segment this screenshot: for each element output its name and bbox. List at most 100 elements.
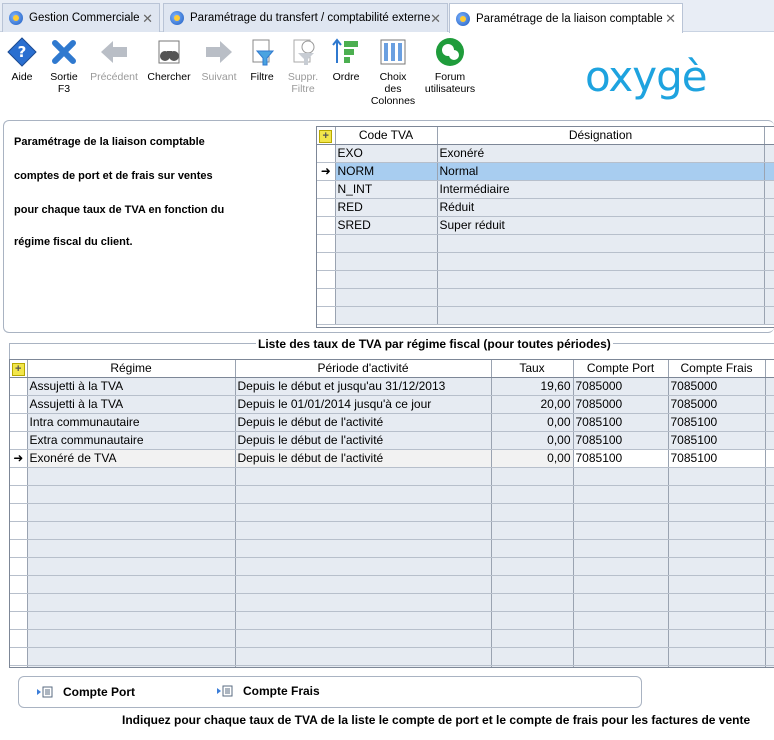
ordre-button[interactable]: Ordre (323, 37, 369, 83)
column-header-regime[interactable]: Régime (27, 360, 236, 378)
cell-taux[interactable]: 20,00 (491, 395, 574, 414)
table-row[interactable]: EXO Exonéré (317, 144, 774, 163)
cell-compte-port[interactable]: 7085100 (573, 449, 669, 468)
cell-taux[interactable]: 0,00 (491, 413, 574, 432)
table-row[interactable]: ➜ NORM Normal (317, 162, 774, 181)
precedent-button[interactable]: Précédent (90, 37, 138, 83)
empty-row (10, 593, 774, 612)
button-label: Aide (11, 71, 33, 83)
empty-row (10, 647, 774, 666)
description-line: comptes de port et de frais sur ventes (14, 170, 213, 182)
cell-periode[interactable]: Depuis le début de l'activité (235, 431, 492, 450)
cell-designation[interactable]: Normal (437, 162, 765, 181)
tab-parametrage-liaison[interactable]: Paramétrage de la liaison comptable ✕ (449, 3, 683, 33)
filtre-button[interactable]: Filtre (239, 37, 285, 83)
close-icon[interactable]: ✕ (142, 11, 153, 27)
empty-row (317, 252, 774, 271)
cell-designation[interactable]: Intermédiaire (437, 180, 765, 199)
description-line: Paramétrage de la liaison comptable (14, 136, 205, 148)
cell-periode[interactable]: Depuis le début de l'activité (235, 413, 492, 432)
close-icon[interactable]: ✕ (665, 11, 676, 27)
empty-row (10, 557, 774, 576)
column-header-compte-port[interactable]: Compte Port (573, 360, 669, 378)
table-row[interactable]: RED Réduit (317, 198, 774, 217)
tab-label: Paramétrage de la liaison comptable (476, 12, 663, 25)
empty-row (10, 575, 774, 594)
cell-taux[interactable]: 0,00 (491, 449, 574, 468)
chercher-button[interactable]: Chercher (146, 37, 192, 83)
table-row[interactable]: Extra communautaire Depuis le début de l… (10, 431, 774, 450)
column-header-designation[interactable]: Désignation (437, 127, 765, 145)
cell-compte-frais[interactable]: 7085000 (668, 395, 766, 414)
cell-code[interactable]: RED (335, 198, 438, 217)
cell-code[interactable]: EXO (335, 144, 438, 163)
column-header-compte-frais[interactable]: Compte Frais (668, 360, 766, 378)
svg-text:?: ? (18, 43, 27, 61)
table-row[interactable]: Assujetti à la TVA Depuis le début et ju… (10, 377, 774, 396)
gear-icon (456, 11, 470, 26)
cell-compte-port[interactable]: 7085000 (573, 395, 669, 414)
cell-periode[interactable]: Depuis le début et jusqu'au 31/12/2013 (235, 377, 492, 396)
tab-label: Paramétrage du transfert / comptabilité … (190, 12, 431, 24)
close-icon[interactable]: ✕ (430, 11, 441, 27)
forum-utilisateurs-button[interactable]: Forum utilisateurs (422, 37, 478, 95)
table-row[interactable]: Intra communautaire Depuis le début de l… (10, 413, 774, 432)
cell-regime[interactable]: Assujetti à la TVA (27, 377, 236, 396)
button-label: Forum (434, 71, 466, 83)
columns-icon (380, 39, 406, 65)
description-line: pour chaque taux de TVA en fonction du (14, 204, 225, 216)
choix-colonnes-button[interactable]: Choix des Colonnes (370, 37, 416, 107)
cell-regime[interactable]: Assujetti à la TVA (27, 395, 236, 414)
cell-compte-frais[interactable]: 7085100 (668, 449, 766, 468)
suppr-filtre-button[interactable]: Suppr. Filtre (280, 37, 326, 95)
table-row[interactable]: N_INT Intermédiaire (317, 180, 774, 199)
cell-compte-port[interactable]: 7085100 (573, 413, 669, 432)
cell-compte-port[interactable]: 7085000 (573, 377, 669, 396)
cell-periode[interactable]: Depuis le début de l'activité (235, 449, 492, 468)
suivant-button[interactable]: Suivant (196, 37, 242, 83)
add-row-icon[interactable]: + (10, 360, 28, 378)
aide-button[interactable]: ? Aide (0, 37, 45, 83)
description-line: régime fiscal du client. (14, 236, 133, 248)
column-header-taux[interactable]: Taux (491, 360, 574, 378)
cell-designation[interactable]: Super réduit (437, 216, 765, 235)
cell-regime[interactable]: Exonéré de TVA (27, 449, 236, 468)
cell-designation[interactable]: Exonéré (437, 144, 765, 163)
add-row-icon[interactable]: + (317, 127, 336, 145)
cell-compte-frais[interactable]: 7085100 (668, 413, 766, 432)
empty-row (317, 270, 774, 289)
cell-code[interactable]: N_INT (335, 180, 438, 199)
arrow-right-icon (206, 41, 232, 63)
cell-code[interactable]: NORM (335, 162, 438, 181)
app-icon (9, 11, 23, 25)
current-row-arrow-icon: ➜ (317, 162, 336, 181)
binoculars-icon (158, 40, 180, 64)
cell-code[interactable]: SRED (335, 216, 438, 235)
instruction-text: Indiquez pour chaque taux de TVA de la l… (122, 713, 751, 727)
cell-compte-port[interactable]: 7085100 (573, 431, 669, 450)
tab-parametrage-transfert[interactable]: Paramétrage du transfert / comptabilité … (163, 3, 448, 32)
empty-row (10, 611, 774, 630)
cell-periode[interactable]: Depuis le 01/01/2014 jusqu'à ce jour (235, 395, 492, 414)
cell-designation[interactable]: Réduit (437, 198, 765, 217)
empty-row (10, 521, 774, 540)
table-row[interactable]: SRED Super réduit (317, 216, 774, 235)
column-header-code-tva[interactable]: Code TVA (335, 127, 438, 145)
compte-frais-link[interactable]: Compte Frais (217, 684, 320, 698)
button-label: des (384, 83, 402, 95)
table-row[interactable]: Assujetti à la TVA Depuis le 01/01/2014 … (10, 395, 774, 414)
column-header-periode[interactable]: Période d'activité (235, 360, 492, 378)
cell-compte-frais[interactable]: 7085000 (668, 377, 766, 396)
empty-row (10, 539, 774, 558)
table-row-current[interactable]: ➜ Exonéré de TVA Depuis le début de l'ac… (10, 449, 774, 468)
cell-taux[interactable]: 0,00 (491, 431, 574, 450)
cell-regime[interactable]: Extra communautaire (27, 431, 236, 450)
action-links-box: Compte Port Compte Frais (18, 676, 642, 708)
cell-taux[interactable]: 19,60 (491, 377, 574, 396)
empty-row (10, 467, 774, 486)
compte-port-link[interactable]: Compte Port (37, 685, 135, 699)
cell-compte-frais[interactable]: 7085100 (668, 431, 766, 450)
tab-gestion-commerciale[interactable]: Gestion Commerciale ✕ (2, 3, 160, 32)
cell-regime[interactable]: Intra communautaire (27, 413, 236, 432)
sortie-button[interactable]: Sortie F3 (41, 37, 87, 95)
